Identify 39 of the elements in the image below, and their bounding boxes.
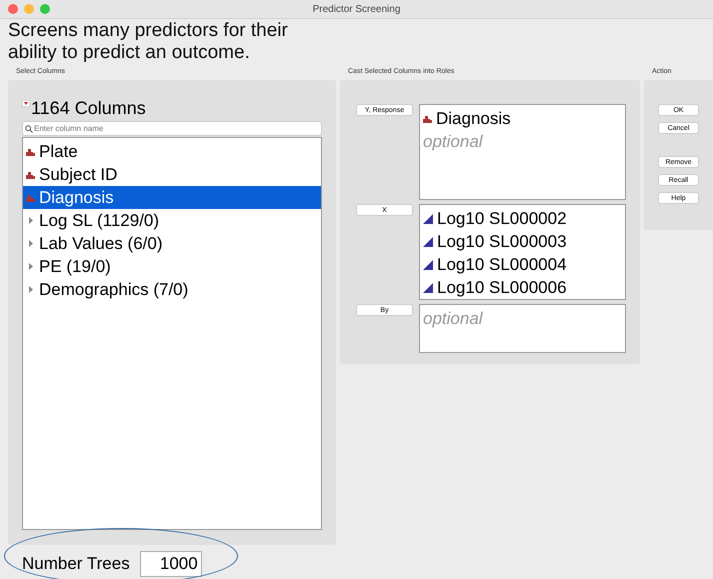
role-item[interactable]: Log10 SL000004	[423, 253, 622, 276]
zoom-icon[interactable]	[40, 4, 50, 14]
expand-triangle-icon[interactable]	[26, 285, 35, 294]
dropdown-icon[interactable]	[22, 100, 30, 107]
search-field[interactable]: Enter column name	[33, 124, 321, 133]
bar-chart-icon	[26, 193, 35, 202]
triangle-icon	[423, 260, 433, 270]
column-count: 1164 Columns	[31, 98, 146, 119]
column-item[interactable]: Diagnosis	[23, 186, 321, 209]
description-text: Screens many predictors for their ability to predict an outcome.	[8, 20, 289, 64]
triangle-icon	[423, 214, 433, 224]
number-trees-label: Number Trees	[22, 554, 130, 574]
role-item[interactable]: Diagnosis	[423, 107, 622, 130]
column-item[interactable]: Log SL (1129/0)	[23, 209, 321, 232]
column-item[interactable]: PE (19/0)	[23, 255, 321, 278]
bar-chart-icon	[26, 170, 35, 179]
role-list[interactable]: Diagnosis optional	[419, 104, 626, 200]
column-item[interactable]: Lab Values (6/0)	[23, 232, 321, 255]
triangle-icon	[423, 282, 433, 292]
column-item[interactable]: Demographics (7/0)	[23, 278, 321, 301]
column-item[interactable]: Subject ID	[23, 163, 321, 186]
column-item[interactable]: Plate	[23, 140, 321, 163]
window-title: Predictor Screening	[312, 4, 400, 14]
role-item[interactable]: Log10 SL000006	[423, 276, 622, 299]
bar-chart-icon	[423, 114, 432, 123]
triangle-icon	[423, 236, 433, 246]
expand-triangle-icon[interactable]	[26, 216, 35, 225]
role-item[interactable]: Log10 SL000002	[423, 207, 622, 230]
search-field[interactable]: Enter column name	[22, 121, 322, 136]
bar-chart-icon	[26, 147, 35, 156]
role-list[interactable]: Log10 SL000002 Log10 SL000003 Log10 SL000004 Log10 SL000006	[419, 204, 626, 300]
placeholder-text: optional	[423, 308, 484, 330]
expand-triangle-icon[interactable]	[26, 262, 35, 271]
placeholder-text: optional	[423, 131, 484, 153]
number-trees-field[interactable]: 1000	[140, 551, 202, 577]
close-icon[interactable]	[8, 4, 18, 14]
search-icon	[25, 124, 33, 132]
expand-triangle-icon[interactable]	[26, 239, 35, 248]
role-item[interactable]: Log10 SL000003	[423, 230, 622, 253]
